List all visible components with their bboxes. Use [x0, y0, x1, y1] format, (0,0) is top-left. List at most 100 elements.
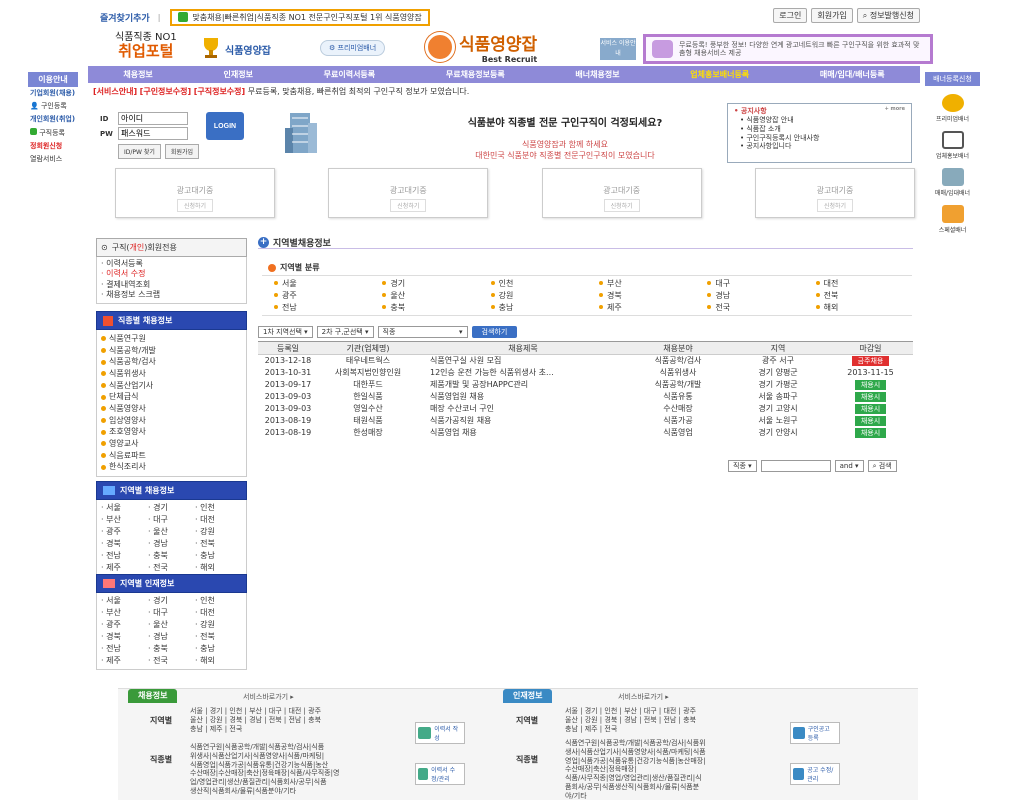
jobcat-item[interactable]: 영양교사: [101, 438, 242, 450]
region-grid-item[interactable]: 전국: [695, 302, 803, 313]
region-grid-item[interactable]: 인천: [479, 278, 587, 289]
ad-apply-button[interactable]: 신청하기: [390, 199, 427, 212]
region-grid-item[interactable]: 충북: [370, 302, 478, 313]
bottom-search-button[interactable]: ⌕ 검색: [867, 460, 897, 472]
search-button[interactable]: 검색하기: [471, 326, 518, 338]
jobcat-item[interactable]: 식품위생사: [101, 368, 242, 380]
region1-select[interactable]: 1차 지역선택 ▾: [258, 326, 313, 338]
job-shortcut-link[interactable]: 서비스바로가기 ▸: [243, 692, 294, 702]
region-link[interactable]: · 인천: [195, 595, 242, 607]
table-row[interactable]: 2013-08-19 태원식품 식품가공직원 채용 식품가공 서울 노원구 채용시: [258, 415, 913, 427]
region-grid-item[interactable]: 경북: [587, 290, 695, 301]
cell-title[interactable]: 식품영업원 채용: [418, 391, 628, 403]
region-link[interactable]: · 강원: [195, 526, 242, 538]
job-type-links[interactable]: 식품연구원|식품공학/개발|식품공학/검사|식품 위생사|식품산업기사|식품영양…: [190, 743, 339, 796]
region-link[interactable]: · 경기: [148, 595, 195, 607]
main-logo[interactable]: 식품영양잡 Best Recruit: [425, 30, 537, 64]
region-link[interactable]: · 대전: [195, 514, 242, 526]
region-grid-item[interactable]: 제주: [587, 302, 695, 313]
jobcat-item[interactable]: 한식조리사: [101, 461, 242, 473]
field-select[interactable]: 직종 ▾: [728, 460, 757, 472]
premium-member-link[interactable]: 정회원신청: [28, 140, 78, 153]
notice-item[interactable]: • 식품영양잡 안내: [734, 116, 905, 125]
region-link[interactable]: · 해외: [195, 562, 242, 574]
region-grid-item[interactable]: 광주: [262, 290, 370, 301]
region-link[interactable]: · 광주: [101, 526, 148, 538]
talent-region-links[interactable]: 서울 | 경기 | 인천 | 부산 | 대구 | 대전 | 광주 울산 | 강원…: [565, 707, 696, 733]
nav-item[interactable]: 배너채용정보: [575, 69, 619, 80]
join-link[interactable]: 회원가입: [811, 8, 853, 23]
member-link[interactable]: · 이력서등록: [101, 259, 242, 269]
cell-title[interactable]: 식품연구실 사원 모집: [418, 355, 628, 367]
region-link[interactable]: · 충남: [195, 643, 242, 655]
table-row[interactable]: 2013-09-17 대한푸드 제품개발 및 공장HAPPC관리 식품공학/개발 경기 …: [258, 379, 913, 391]
talent-type-links[interactable]: 식품연구원|식품공학/개발|식품공학/검사|식품위 생사|식품산업기사|식품영양…: [565, 739, 706, 800]
table-row[interactable]: 2013-12-18 태우네트웍스 식품연구실 사원 모집 식품공학/검사 광주 서구 금…: [258, 355, 913, 367]
jobcat-item[interactable]: 식품영양사: [101, 403, 242, 415]
join-button[interactable]: 회원가입: [164, 144, 200, 159]
job-info-tab[interactable]: 채용정보: [128, 689, 178, 703]
post-manage-button[interactable]: 공고 수정/관리: [790, 763, 840, 785]
region-grid-item[interactable]: 대전: [804, 278, 912, 289]
region-link[interactable]: · 충남: [195, 550, 242, 562]
region-link[interactable]: · 경북: [101, 631, 148, 643]
region-link[interactable]: · 서울: [101, 502, 148, 514]
member-link[interactable]: · 채용정보 스크랩: [101, 290, 242, 300]
region-link[interactable]: · 대전: [195, 607, 242, 619]
region-link[interactable]: · 전남: [101, 643, 148, 655]
jobcat-item[interactable]: 식품공학/개발: [101, 345, 242, 357]
ad-slot[interactable]: 광고대기중 신청하기: [754, 168, 915, 218]
region-grid-item[interactable]: 해외: [804, 302, 912, 313]
id-input[interactable]: [118, 112, 188, 125]
ad-apply-button[interactable]: 신청하기: [816, 199, 854, 212]
service-info-link[interactable]: [서비스안내]: [93, 87, 137, 96]
jobcat-item[interactable]: 식품공학/검사: [101, 356, 242, 368]
notice-item[interactable]: • 공지사항입니다: [734, 142, 905, 151]
region-link[interactable]: · 대구: [148, 514, 195, 526]
rental-banner-link[interactable]: 매매/임대배너: [925, 168, 980, 197]
table-row[interactable]: 2013-09-03 한일식품 식품영업원 채용 식품유통 서울 송파구 채용시: [258, 391, 913, 403]
special-banner-link[interactable]: 스페셜배너: [925, 205, 980, 234]
region-link[interactable]: · 제주: [101, 562, 148, 574]
jobcat-item[interactable]: 식음료파트: [101, 450, 242, 462]
job-post-button[interactable]: 구인공고 등록: [790, 722, 840, 744]
cell-title[interactable]: 매장 수산코너 구인: [418, 403, 628, 415]
banner-apply-link[interactable]: ⌕ 정보발행신청: [856, 8, 920, 23]
job-edit-link[interactable]: [구인정보수정]: [140, 87, 191, 96]
nav-item[interactable]: 매매/임대/배너등록: [820, 69, 885, 80]
region-link[interactable]: · 전북: [195, 631, 242, 643]
region-grid-item[interactable]: 부산: [587, 278, 695, 289]
region-link[interactable]: · 인천: [195, 502, 242, 514]
ad-slot[interactable]: 광고대기중 신청하기: [115, 168, 275, 218]
region-grid-item[interactable]: 서울: [262, 278, 370, 289]
table-row[interactable]: 2013-08-19 한성매장 식품영업 채용 식품영업 경기 안양시 채용시: [258, 427, 913, 439]
region-link[interactable]: · 전국: [148, 655, 195, 667]
region-link[interactable]: · 전남: [101, 550, 148, 562]
site-logo-left[interactable]: 식품직종 NO1 취업포털: [115, 32, 177, 60]
region-grid-item[interactable]: 대구: [695, 278, 803, 289]
region-link[interactable]: · 대구: [148, 607, 195, 619]
op-select[interactable]: and ▾: [834, 460, 864, 472]
personal-member-link[interactable]: 개인회원(취업): [28, 113, 78, 126]
region-link[interactable]: · 전북: [195, 538, 242, 550]
more-link[interactable]: + more: [885, 106, 905, 116]
job-post-link[interactable]: 👤 구인등록: [28, 100, 78, 113]
premium-banner-link[interactable]: 프리미엄배너: [925, 94, 980, 123]
region-link[interactable]: · 울산: [148, 526, 195, 538]
view-service-link[interactable]: 열람서비스: [28, 153, 78, 166]
jobtype-select[interactable]: 직종 ▾: [377, 326, 468, 338]
region-link[interactable]: · 충북: [148, 550, 195, 562]
keyword-input[interactable]: [760, 460, 831, 472]
cell-title[interactable]: 식품가공직원 채용: [418, 415, 628, 427]
seek-edit-link[interactable]: [구직정보수정]: [194, 87, 245, 96]
find-id-pw-button[interactable]: ID/PW 찾기: [118, 144, 161, 159]
region-link[interactable]: · 경남: [148, 538, 195, 550]
corp-member-link[interactable]: 기업회원(채용): [28, 87, 78, 100]
premium-banner-button[interactable]: ⚙ 프리미엄배너: [320, 40, 386, 56]
ad-apply-button[interactable]: 신청하기: [176, 199, 214, 212]
login-link[interactable]: 로그인: [773, 8, 808, 23]
region2-select[interactable]: 2차 구,군선택 ▾: [316, 326, 374, 338]
table-row[interactable]: 2013-10-31 사회복지법인향인원 12인승 운전 가능한 식품위생사 초..…: [258, 367, 913, 379]
service-guide-button[interactable]: 서비스 이용안내: [600, 38, 636, 60]
bookmark-link[interactable]: 즐겨찾기추가: [100, 11, 150, 24]
